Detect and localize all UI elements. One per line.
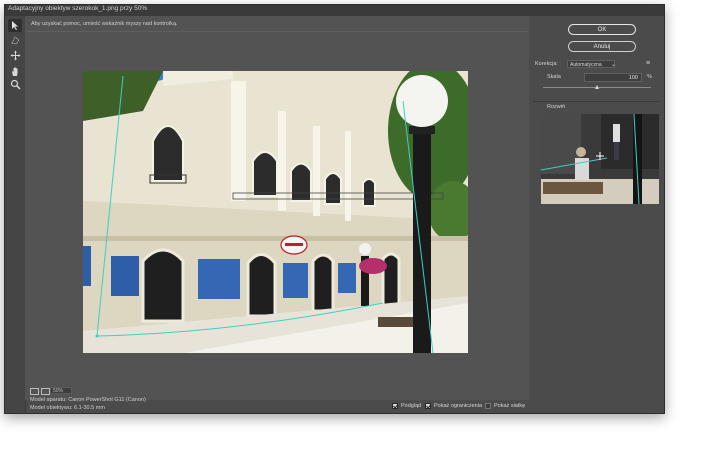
split-view-icon[interactable] <box>41 388 50 395</box>
hand-tool-button[interactable] <box>8 65 22 78</box>
preview-canvas[interactable]: Aby uzyskać pomoc, umieść wskaźnik myszy… <box>25 16 529 400</box>
cancel-button[interactable]: Anuluj <box>568 41 636 52</box>
chevron-down-icon[interactable]: ⌄ <box>611 61 616 68</box>
loupe-label: Rozwiń <box>547 104 566 110</box>
camera-model-text: Model aparatu: Canon PowerShot G11 (Cano… <box>30 397 146 403</box>
scale-slider-thumb[interactable] <box>595 85 599 89</box>
hand-icon <box>11 67 17 76</box>
show-constraints-checkbox[interactable]: Pokaż ograniczenia <box>425 403 482 409</box>
correction-select[interactable]: Automatyczna <box>567 60 615 68</box>
correction-value: Automatyczna <box>570 62 602 68</box>
zoom-level-select[interactable]: 50% <box>50 387 72 394</box>
checkbox-checked-icon[interactable] <box>425 403 431 409</box>
divider <box>25 31 529 32</box>
divider <box>533 101 660 102</box>
ok-button[interactable]: OK <box>568 24 636 35</box>
show-grid-checkbox[interactable]: Pokaż siatkę <box>485 403 525 409</box>
adaptive-wide-angle-dialog: Adaptacyjny obiektyw szerokok_1.png przy… <box>4 4 665 414</box>
building-photo[interactable] <box>83 71 468 353</box>
polygon-constraint-tool-button[interactable] <box>8 34 22 47</box>
constraint-tool-button[interactable] <box>8 19 22 32</box>
checkbox-unchecked-icon[interactable] <box>485 403 491 409</box>
status-bar: 50% Model aparatu: Canon PowerShot G11 (… <box>25 378 529 413</box>
single-view-icon[interactable] <box>30 388 39 395</box>
constraint-arrow-icon <box>11 21 18 30</box>
polygon-constraint-icon <box>10 36 20 45</box>
zoom-icon <box>10 79 21 90</box>
show-grid-label: Pokaż siatkę <box>494 403 526 409</box>
lens-model-text: Model obiektywu: 6.1-30.5 mm <box>30 405 105 411</box>
move-tool-button[interactable] <box>8 49 22 62</box>
checkbox-checked-icon[interactable] <box>392 403 398 409</box>
window-title: Adaptacyjny obiektyw szerokok_1.png przy… <box>8 5 148 12</box>
preview-checkbox-label: Podgląd <box>401 403 422 409</box>
correction-label: Korekcja: <box>535 61 558 67</box>
scale-unit: % <box>647 74 652 80</box>
tools-toolbar <box>5 16 26 413</box>
panel-menu-icon[interactable]: ≡ <box>646 60 650 67</box>
view-mode-toggle[interactable] <box>30 388 50 395</box>
help-hint: Aby uzyskać pomoc, umieść wskaźnik myszy… <box>31 21 178 27</box>
settings-panel: OK Anuluj Korekcja: Automatyczna ⌄ ≡ Ska… <box>529 16 664 413</box>
show-constraints-label: Pokaż ograniczenia <box>434 403 483 409</box>
loupe-preview <box>541 114 659 204</box>
zoom-tool-button[interactable] <box>8 78 22 91</box>
scale-label: Skala <box>547 74 561 80</box>
preview-checkbox[interactable]: Podgląd <box>392 403 421 409</box>
scale-input[interactable]: 100 <box>584 73 642 82</box>
move-icon <box>10 50 20 61</box>
